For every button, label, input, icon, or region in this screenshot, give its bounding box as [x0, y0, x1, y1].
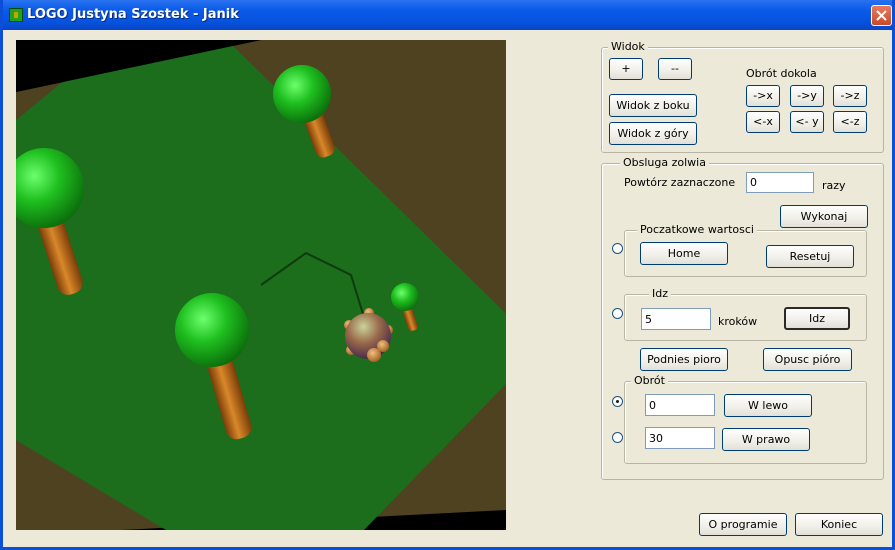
execute-button[interactable]: Wykonaj: [780, 205, 868, 228]
rotate-y-plus-button[interactable]: ->y: [790, 85, 824, 107]
initial-values-radio[interactable]: [612, 243, 623, 254]
close-button[interactable]: [871, 5, 892, 26]
rotate-left-input[interactable]: [645, 394, 715, 416]
zoom-out-button[interactable]: --: [658, 58, 692, 80]
rotate-left-radio[interactable]: [612, 396, 623, 407]
repeat-suffix: razy: [822, 179, 846, 192]
rotation-group-label: Obrót: [631, 374, 668, 387]
scene-canvas: [16, 40, 506, 530]
exit-button[interactable]: Koniec: [795, 513, 883, 536]
reset-button[interactable]: Resetuj: [766, 245, 854, 268]
rotate-right-button[interactable]: W prawo: [722, 428, 810, 451]
go-button[interactable]: Idz: [784, 307, 850, 330]
go-group-label: Idz: [649, 287, 672, 300]
go-radio[interactable]: [612, 308, 623, 319]
rotate-y-minus-button[interactable]: <- y: [790, 111, 824, 133]
zoom-in-button[interactable]: +: [609, 58, 643, 80]
app-window: LOGO Justyna Szostek - Janik Widok + -- …: [0, 0, 895, 550]
side-view-button[interactable]: Widok z boku: [609, 94, 697, 117]
view-group-label: Widok: [608, 40, 648, 53]
rotate-z-minus-button[interactable]: <-z: [833, 111, 867, 133]
rotate-x-plus-button[interactable]: ->x: [746, 85, 780, 107]
repeat-count-input[interactable]: [746, 172, 814, 193]
steps-input[interactable]: [641, 308, 711, 330]
initial-values-label: Poczatkowe wartosci: [637, 223, 757, 236]
pen-down-button[interactable]: Opusc pióro: [763, 348, 852, 371]
scene-viewport[interactable]: [16, 40, 506, 530]
window-title: LOGO Justyna Szostek - Janik: [27, 7, 239, 22]
rotate-right-radio[interactable]: [612, 432, 623, 443]
pen-up-button[interactable]: Podnies pioro: [640, 348, 728, 371]
home-button[interactable]: Home: [640, 242, 728, 265]
steps-suffix: kroków: [718, 315, 758, 328]
turtle-control-label: Obsluga zolwia: [620, 156, 709, 169]
close-icon: [876, 10, 887, 21]
about-button[interactable]: O programie: [699, 513, 787, 536]
top-view-button[interactable]: Widok z góry: [609, 122, 697, 145]
title-bar[interactable]: LOGO Justyna Szostek - Janik: [3, 0, 892, 30]
rotate-x-minus-button[interactable]: <-x: [746, 111, 780, 133]
rotate-left-button[interactable]: W lewo: [724, 394, 812, 417]
rotate-z-plus-button[interactable]: ->z: [833, 85, 867, 107]
repeat-label: Powtórz zaznaczone: [624, 176, 736, 189]
rotate-label: Obrót dokola: [746, 67, 817, 80]
rotate-right-input[interactable]: [645, 427, 715, 449]
app-icon: [9, 8, 23, 22]
